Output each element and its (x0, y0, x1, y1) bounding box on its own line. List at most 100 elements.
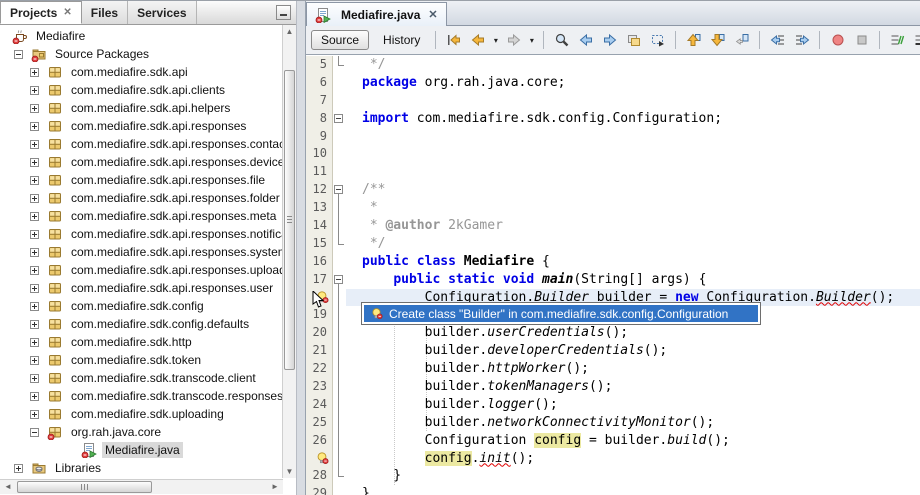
history-view-button[interactable]: History (374, 31, 429, 49)
code-line-text[interactable]: builder.tokenManagers(); (346, 378, 920, 396)
forward-icon[interactable] (502, 29, 525, 51)
panel-tab-files[interactable]: Files (81, 1, 129, 24)
close-icon[interactable]: ✕ (63, 7, 71, 18)
back-icon[interactable] (466, 29, 489, 51)
toggle-bookmark-icon[interactable] (730, 29, 753, 51)
code-line-text[interactable]: builder.networkConnectivityMonitor(); (346, 414, 920, 432)
expand-icon[interactable] (30, 103, 39, 113)
find-next-icon[interactable] (598, 29, 621, 51)
expand-icon[interactable] (30, 283, 39, 293)
code-line-text[interactable] (346, 163, 920, 181)
find-selection-icon[interactable] (550, 29, 573, 51)
code-editor[interactable]: 5 */6 package org.rah.java.core; 7 8 import … (306, 56, 920, 495)
tree-item-com-mediafire-sdk-api-responses-user[interactable]: com.mediafire.sdk.api.responses.user (0, 279, 282, 297)
expand-icon[interactable] (30, 391, 39, 401)
fold-collapse-icon[interactable] (334, 185, 343, 195)
code-line-text[interactable]: */ (346, 56, 920, 74)
scroll-down-icon[interactable]: ▼ (283, 465, 296, 478)
find-previous-icon[interactable] (574, 29, 597, 51)
code-fold-column[interactable] (333, 270, 346, 290)
scroll-up-icon[interactable]: ▲ (283, 25, 296, 38)
expand-icon[interactable] (30, 175, 39, 185)
code-line-text[interactable]: public class Mediafire { (346, 253, 920, 271)
code-line-text[interactable]: } (346, 467, 920, 485)
minimize-window-icon[interactable] (276, 5, 291, 20)
uncomment-icon[interactable] (910, 29, 920, 51)
code-line-text[interactable]: } (346, 485, 920, 495)
expand-icon[interactable] (30, 211, 39, 221)
tree-item-com-mediafire-sdk-api-responses-notification[interactable]: com.mediafire.sdk.api.responses.notifica… (0, 225, 282, 243)
tree-item-mediafire[interactable]: Mediafire (0, 27, 282, 45)
code-line-text[interactable]: builder.logger(); (346, 396, 920, 414)
tree-item-com-mediafire-sdk-api-responses-file[interactable]: com.mediafire.sdk.api.responses.file (0, 171, 282, 189)
expand-icon[interactable] (30, 229, 39, 239)
tree-item-com-mediafire-sdk-transcode-responses[interactable]: com.mediafire.sdk.transcode.responses (0, 387, 282, 405)
expand-icon[interactable] (30, 157, 39, 167)
expand-icon[interactable] (30, 85, 39, 95)
hint-bulb-icon[interactable] (306, 449, 333, 468)
vertical-scrollbar-thumb[interactable] (284, 70, 295, 370)
collapse-icon[interactable] (30, 427, 39, 437)
scroll-right-icon[interactable]: ► (268, 480, 282, 494)
tree-item-com-mediafire-sdk-api-responses-upload[interactable]: com.mediafire.sdk.api.responses.upload (0, 261, 282, 279)
code-line-text[interactable]: */ (346, 235, 920, 253)
expand-icon[interactable] (30, 139, 39, 149)
next-bookmark-icon[interactable] (706, 29, 729, 51)
code-line-text[interactable] (346, 145, 920, 163)
tree-item-com-mediafire-sdk-api-helpers[interactable]: com.mediafire.sdk.api.helpers (0, 99, 282, 117)
comment-icon[interactable] (886, 29, 909, 51)
expand-icon[interactable] (30, 301, 39, 311)
code-line-text[interactable]: * (346, 199, 920, 217)
close-icon[interactable]: ✕ (428, 8, 437, 21)
tree-item-com-mediafire-sdk-transcode-client[interactable]: com.mediafire.sdk.transcode.client (0, 369, 282, 387)
stop-macro-recording-icon[interactable] (850, 29, 873, 51)
tree-vertical-scrollbar[interactable]: ▲ ▼ (282, 25, 296, 478)
rectangular-selection-icon[interactable] (646, 29, 669, 51)
toggle-highlight-icon[interactable] (622, 29, 645, 51)
expand-icon[interactable] (30, 193, 39, 203)
expand-icon[interactable] (14, 463, 23, 473)
code-line-text[interactable]: public static void main(String[] args) { (346, 271, 920, 289)
expand-icon[interactable] (30, 265, 39, 275)
start-macro-recording-icon[interactable] (826, 29, 849, 51)
code-line-text[interactable]: builder.developerCredentials(); (346, 342, 920, 360)
tree-item-com-mediafire-sdk-api[interactable]: com.mediafire.sdk.api (0, 63, 282, 81)
code-line-text[interactable]: Configuration config = builder.build(); (346, 432, 920, 450)
tree-item-com-mediafire-sdk-api-responses-folder[interactable]: com.mediafire.sdk.api.responses.folder (0, 189, 282, 207)
fold-collapse-icon[interactable] (334, 113, 343, 123)
code-line-text[interactable]: builder.httpWorker(); (346, 360, 920, 378)
expand-icon[interactable] (30, 355, 39, 365)
code-line-text[interactable]: builder.userCredentials(); (346, 324, 920, 342)
source-view-button[interactable]: Source (311, 30, 370, 50)
code-line-text[interactable]: import com.mediafire.sdk.config.Configur… (346, 110, 920, 128)
tree-horizontal-scrollbar[interactable]: ◄ ► (0, 479, 283, 494)
expand-icon[interactable] (30, 67, 39, 77)
tree-item-libraries[interactable]: Libraries (0, 459, 282, 477)
expand-icon[interactable] (30, 337, 39, 347)
tree-item-com-mediafire-sdk-api-responses-meta[interactable]: com.mediafire.sdk.api.responses.meta (0, 207, 282, 225)
tab-mediafire-java[interactable]: Mediafire.java ✕ (306, 2, 447, 26)
back-dropdown-icon[interactable]: ▾ (490, 29, 501, 51)
jump-last-edit-icon[interactable] (442, 29, 465, 51)
previous-bookmark-icon[interactable] (682, 29, 705, 51)
tree-item-com-mediafire-sdk-http[interactable]: com.mediafire.sdk.http (0, 333, 282, 351)
hint-create-class-item[interactable]: Create class "Builder" in com.mediafire.… (364, 305, 758, 322)
code-line-text[interactable]: * @author 2kGamer (346, 217, 920, 235)
panel-splitter[interactable] (297, 1, 305, 495)
expand-icon[interactable] (30, 319, 39, 329)
fold-collapse-icon[interactable] (334, 274, 343, 284)
panel-tab-services[interactable]: Services (128, 1, 197, 24)
panel-tab-projects[interactable]: Projects ✕ (0, 1, 82, 24)
tree-item-org-rah-java-core[interactable]: org.rah.java.core (0, 423, 282, 441)
scroll-left-icon[interactable]: ◄ (1, 480, 15, 494)
expand-icon[interactable] (30, 409, 39, 419)
expand-icon[interactable] (30, 373, 39, 383)
shift-line-right-icon[interactable] (790, 29, 813, 51)
tree-item-com-mediafire-sdk-token[interactable]: com.mediafire.sdk.token (0, 351, 282, 369)
horizontal-scrollbar-thumb[interactable] (17, 481, 152, 493)
code-line-text[interactable]: package org.rah.java.core; (346, 74, 920, 92)
tree-item-com-mediafire-sdk-uploading[interactable]: com.mediafire.sdk.uploading (0, 405, 282, 423)
shift-line-left-icon[interactable] (766, 29, 789, 51)
forward-dropdown-icon[interactable]: ▾ (526, 29, 537, 51)
tree-item-com-mediafire-sdk-config[interactable]: com.mediafire.sdk.config (0, 297, 282, 315)
